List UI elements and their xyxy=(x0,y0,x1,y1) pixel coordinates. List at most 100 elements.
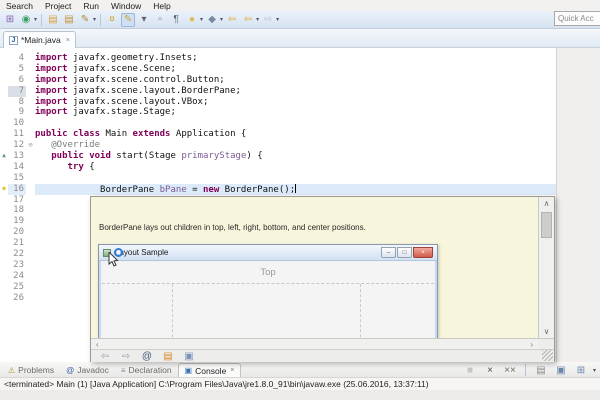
code-line[interactable]: 14 try { xyxy=(0,162,556,173)
quick-access-box[interactable]: Quick Acc xyxy=(554,11,600,26)
fold-column xyxy=(26,162,35,173)
borderpane-top-region: Top xyxy=(102,262,434,284)
scroll-up-icon[interactable]: ∧ xyxy=(539,199,554,208)
fold-column xyxy=(26,216,35,227)
code-line[interactable]: 15 xyxy=(0,173,556,184)
gutter-marker xyxy=(0,107,8,118)
forward-icon[interactable]: ⇨ xyxy=(119,349,133,363)
gutter-marker xyxy=(0,97,8,108)
new-wizard-icon[interactable]: ⊞ xyxy=(3,13,17,27)
generic-tool-icon[interactable]: ◆ xyxy=(205,13,219,27)
chevron-down-icon[interactable]: ▾ xyxy=(593,367,596,374)
gutter-marker xyxy=(0,129,8,140)
chevron-down-icon[interactable]: ▾ xyxy=(276,16,279,23)
back-icon[interactable]: ⇦ xyxy=(241,13,255,27)
open-in-browser-icon[interactable]: ▣ xyxy=(182,349,196,363)
menu-item-window[interactable]: Window xyxy=(105,1,147,11)
editor-tab-bar: J *Main.java × xyxy=(0,29,600,48)
declaration-icon: ≡ xyxy=(121,366,126,375)
code-line[interactable]: ▲13 public void start(Stage primaryStage… xyxy=(0,151,556,162)
code-text: try { xyxy=(35,162,556,173)
gutter-marker xyxy=(0,238,8,249)
gutter-marker xyxy=(0,205,8,216)
fold-collapse-icon[interactable]: ⊖ xyxy=(26,140,35,151)
line-number: 10 xyxy=(8,118,26,129)
console-panel: ⚠Problems@Javadoc≡Declaration▣Console×■×… xyxy=(0,362,600,400)
scrollbar-thumb[interactable] xyxy=(541,212,552,238)
gutter-marker xyxy=(0,118,8,129)
code-line[interactable]: 8import javafx.scene.layout.VBox; xyxy=(0,97,556,108)
terminate-button[interactable]: ■ xyxy=(463,363,477,377)
code-text: BorderPane bPane = new BorderPane(); xyxy=(35,184,556,195)
chevron-down-icon[interactable]: ▾ xyxy=(200,16,203,23)
menu-item-help[interactable]: Help xyxy=(147,1,176,11)
key-icon[interactable]: ¤ xyxy=(105,13,119,27)
hover-horizontal-scrollbar[interactable]: ‹ › xyxy=(91,338,538,349)
open-attached-doc-icon[interactable]: ▤ xyxy=(161,349,175,363)
gutter-marker xyxy=(0,293,8,304)
scroll-right-icon[interactable]: › xyxy=(530,340,533,349)
mouse-cursor-busy xyxy=(108,250,128,270)
display-selected-console-icon[interactable]: ▣ xyxy=(554,363,568,377)
code-line[interactable]: 7import javafx.scene.layout.BorderPane; xyxy=(0,86,556,97)
quickfix-lightbulb-icon[interactable]: ● xyxy=(185,13,199,27)
line-number: 8 xyxy=(8,97,26,108)
fold-column xyxy=(26,238,35,249)
close-icon[interactable]: × xyxy=(66,37,70,44)
hover-vertical-scrollbar[interactable]: ∧ ∨ xyxy=(538,197,554,338)
line-number: 21 xyxy=(8,238,26,249)
layout-sample-window: Layout Sample –□× Top xyxy=(98,244,438,338)
code-line[interactable]: 10 xyxy=(0,118,556,129)
tab-label: Problems xyxy=(18,365,54,375)
fold-column xyxy=(26,282,35,293)
line-number: 12 xyxy=(8,140,26,151)
code-line[interactable]: 5import javafx.scene.Scene; xyxy=(0,64,556,75)
editor-scrollbar-rail[interactable] xyxy=(556,48,600,362)
code-line[interactable]: ●16 BorderPane bPane = new BorderPane(); xyxy=(0,184,556,195)
forward-icon[interactable]: ⇨ xyxy=(261,13,275,27)
menu-item-search[interactable]: Search xyxy=(0,1,39,11)
show-source-icon[interactable]: ▫ xyxy=(153,13,167,27)
resize-grip[interactable] xyxy=(542,350,553,361)
chevron-down-icon[interactable]: ▾ xyxy=(93,16,96,23)
code-line[interactable]: 12⊖ @Override xyxy=(0,140,556,151)
remove-launch-button[interactable]: × xyxy=(483,363,497,377)
chevron-down-icon[interactable]: ▾ xyxy=(34,16,37,23)
tab-problems[interactable]: ⚠Problems xyxy=(2,363,60,377)
menu-item-run[interactable]: Run xyxy=(77,1,105,11)
code-text: @Override xyxy=(35,140,556,151)
tab-label: Console xyxy=(195,366,226,376)
last-edit-location-icon[interactable]: ⇦ xyxy=(225,13,239,27)
scroll-down-icon[interactable]: ∨ xyxy=(539,327,554,336)
tab-declaration[interactable]: ≡Declaration xyxy=(115,363,178,377)
scroll-left-icon[interactable]: ‹ xyxy=(96,340,99,349)
open-console-icon[interactable]: ⊞ xyxy=(574,363,588,377)
region-divider xyxy=(360,284,361,338)
code-line[interactable]: 4import javafx.geometry.Insets; xyxy=(0,53,556,64)
edit-brush-icon[interactable]: ✎ xyxy=(78,13,92,27)
chevron-down-icon[interactable]: ▾ xyxy=(256,16,259,23)
show-in-javadoc-view-icon[interactable]: @ xyxy=(140,349,154,363)
tab-javadoc[interactable]: @Javadoc xyxy=(60,363,115,377)
code-line[interactable]: 9import javafx.stage.Stage; xyxy=(0,107,556,118)
code-line[interactable]: 6import javafx.scene.control.Button; xyxy=(0,75,556,86)
tab-console[interactable]: ▣Console× xyxy=(178,363,242,377)
open-folder-icon[interactable]: ▤ xyxy=(46,13,60,27)
tab-main-java[interactable]: J *Main.java × xyxy=(3,31,76,48)
dropdown-arrow-icon[interactable]: ▾ xyxy=(137,13,151,27)
gutter-marker xyxy=(0,75,8,86)
chevron-down-icon[interactable]: ▾ xyxy=(220,16,223,23)
remove-all-terminated-button[interactable]: ×× xyxy=(503,363,517,377)
import-folder-icon[interactable]: ▤ xyxy=(62,13,76,27)
menu-item-project[interactable]: Project xyxy=(39,1,77,11)
back-icon[interactable]: ⇦ xyxy=(98,349,112,363)
code-line[interactable]: 11public class Main extends Application … xyxy=(0,129,556,140)
show-whitespace-icon[interactable]: ¶ xyxy=(169,13,183,27)
problems-icon: ⚠ xyxy=(8,366,15,375)
line-number: 23 xyxy=(8,260,26,271)
gutter-marker xyxy=(0,271,8,282)
pin-console-icon[interactable]: ▤ xyxy=(534,363,548,377)
close-icon[interactable]: × xyxy=(230,367,234,374)
mark-occurrences-icon[interactable]: ✎ xyxy=(121,13,135,27)
external-tools-run-icon[interactable]: ◉ xyxy=(19,13,33,27)
